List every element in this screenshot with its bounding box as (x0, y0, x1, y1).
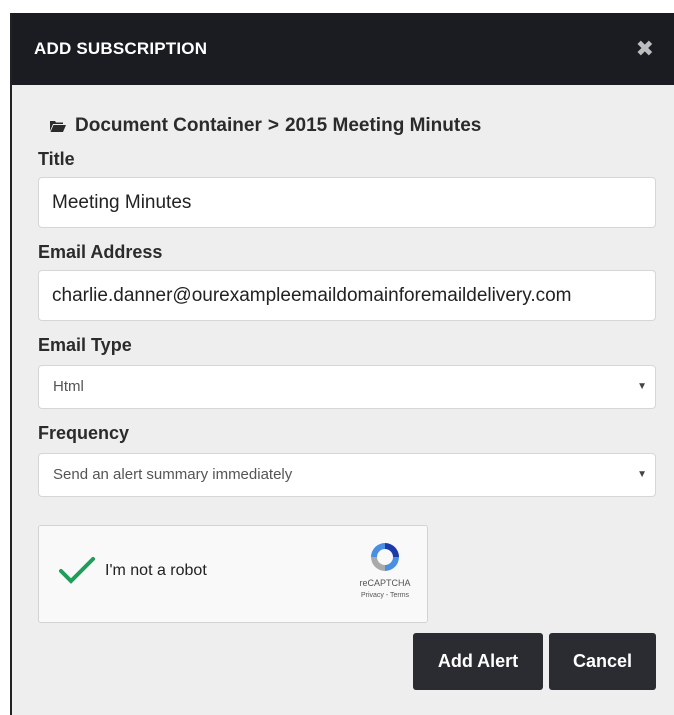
add-alert-button[interactable]: Add Alert (413, 633, 543, 690)
check-icon[interactable] (59, 556, 95, 584)
recaptcha-logo: reCAPTCHA Privacy - Terms (357, 540, 413, 599)
dialog-title: ADD SUBSCRIPTION (34, 39, 208, 58)
email-type-value: Html (53, 378, 84, 395)
breadcrumb-current: 2015 Meeting Minutes (284, 115, 482, 136)
close-icon[interactable]: ✖ (636, 38, 654, 60)
breadcrumb-separator: > (267, 115, 279, 136)
cancel-button[interactable]: Cancel (549, 633, 656, 690)
breadcrumb-parent[interactable]: Document Container (75, 115, 262, 137)
dialog-actions: Add Alert Cancel (38, 633, 656, 690)
dialog-header: ADD SUBSCRIPTION ✖ (12, 13, 674, 85)
dialog-body: Document Container > 2015 Meeting Minute… (12, 85, 674, 690)
frequency-label: Frequency (38, 423, 130, 443)
breadcrumb: Document Container > 2015 Meeting Minute… (50, 111, 656, 141)
frequency-value: Send an alert summary immediately (53, 466, 293, 483)
recaptcha-widget: I'm not a robot reCAPTCHA Privacy - Term… (38, 525, 428, 623)
frequency-select[interactable]: Send an alert summary immediately ▼ (38, 453, 656, 497)
recaptcha-checkbox-label: I'm not a robot (105, 562, 207, 579)
chevron-down-icon: ▼ (637, 469, 647, 480)
folder-open-icon (50, 121, 66, 132)
title-label: Title (38, 149, 75, 169)
recaptcha-privacy-terms-links[interactable]: Privacy - Terms (357, 592, 413, 599)
recaptcha-brand: reCAPTCHA (359, 578, 411, 588)
add-subscription-dialog: ADD SUBSCRIPTION ✖ Document Container > … (10, 13, 674, 715)
recaptcha-icon (371, 543, 399, 571)
chevron-down-icon: ▼ (637, 381, 647, 392)
email-type-label: Email Type (38, 335, 132, 355)
email-address-label: Email Address (38, 242, 163, 262)
email-address-input[interactable] (38, 270, 656, 321)
email-type-select[interactable]: Html ▼ (38, 365, 656, 409)
title-input[interactable] (38, 177, 656, 228)
